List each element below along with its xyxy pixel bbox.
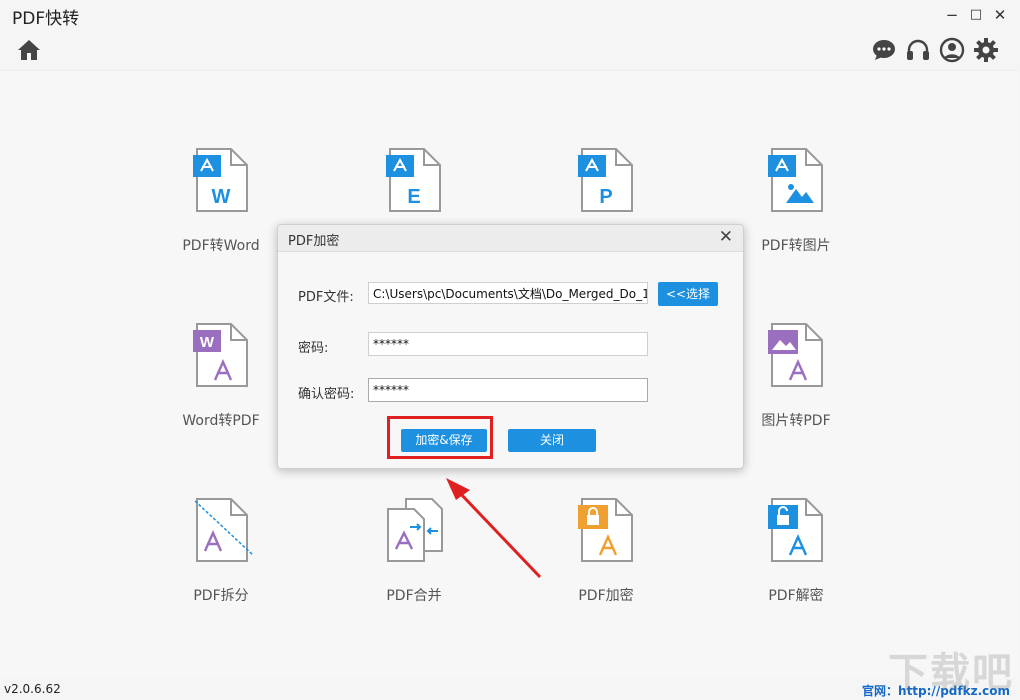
dialog-title: PDF加密 xyxy=(288,234,340,249)
image-to-pdf-icon xyxy=(768,323,823,387)
pdf-to-ppt-icon: P xyxy=(578,148,633,212)
maximize-button[interactable]: □ xyxy=(964,3,988,27)
tile-label: PDF转Word xyxy=(182,238,260,254)
pdf-to-word-icon: W xyxy=(193,148,248,212)
user-icon[interactable] xyxy=(937,35,967,65)
chat-icon[interactable] xyxy=(869,35,899,65)
password-label: 密码: xyxy=(298,341,329,356)
tile-pdf-encrypt[interactable]: PDF加密 xyxy=(531,497,681,627)
tile-label: PDF拆分 xyxy=(193,588,249,604)
dialog-header: PDF加密 ✕ xyxy=(278,225,743,252)
pdf-to-excel-icon: E xyxy=(386,148,441,212)
tile-pdf-decrypt[interactable]: PDF解密 xyxy=(721,497,871,627)
pdf-decrypt-icon xyxy=(768,498,823,562)
confirm-password-label: 确认密码: xyxy=(298,387,355,402)
close-window-button[interactable]: ✕ xyxy=(988,3,1012,27)
pdf-split-icon xyxy=(194,498,254,562)
file-path-input[interactable]: C:\Users\pc\Documents\文档\Do_Merged_Do_1 xyxy=(368,282,648,304)
tile-pdf-to-word[interactable]: W PDF转Word xyxy=(146,147,296,277)
highlight-box xyxy=(387,416,493,459)
tile-label: PDF加密 xyxy=(578,588,634,604)
tile-label: Word转PDF xyxy=(182,413,260,429)
pdf-merge-icon xyxy=(387,498,443,562)
pdf-encrypt-icon xyxy=(578,498,633,562)
close-dialog-button[interactable]: 关闭 xyxy=(508,429,596,452)
headset-icon[interactable] xyxy=(903,35,933,65)
pdf-to-image-icon xyxy=(768,148,823,212)
tile-pdf-merge[interactable]: PDF合并 xyxy=(339,497,489,627)
tile-word-to-pdf[interactable]: W Word转PDF xyxy=(146,322,296,452)
tile-letter: P xyxy=(599,186,612,208)
confirm-password-input[interactable]: ****** xyxy=(368,378,648,402)
gear-icon[interactable] xyxy=(971,35,1001,65)
encrypt-dialog: PDF加密 ✕ PDF文件: C:\Users\pc\Documents\文档\… xyxy=(277,224,744,469)
password-input[interactable]: ****** xyxy=(368,332,648,356)
tile-pdf-split[interactable]: PDF拆分 xyxy=(146,497,296,627)
dialog-close-icon[interactable]: ✕ xyxy=(719,227,733,247)
file-label: PDF文件: xyxy=(298,290,354,305)
home-icon[interactable] xyxy=(14,35,44,65)
tile-label: PDF解密 xyxy=(768,588,824,604)
version-label: v2.0.6.62 xyxy=(4,682,61,696)
tile-letter: E xyxy=(407,186,420,208)
minimize-button[interactable]: − xyxy=(940,3,964,27)
choose-file-button[interactable]: <<选择 xyxy=(658,282,718,306)
tile-letter: W xyxy=(212,186,231,208)
tile-label: PDF合并 xyxy=(386,588,442,604)
watermark: 下载吧 xyxy=(888,650,1014,696)
word-to-pdf-icon: W xyxy=(193,323,248,387)
toolbar xyxy=(0,30,1020,70)
app-title: PDF快转 xyxy=(12,9,80,29)
status-bar: v2.0.6.62 官网：http://pdfkz.com xyxy=(0,678,1020,700)
title-bar: PDF快转 − □ ✕ xyxy=(0,0,1020,30)
tile-letter: W xyxy=(200,334,215,351)
